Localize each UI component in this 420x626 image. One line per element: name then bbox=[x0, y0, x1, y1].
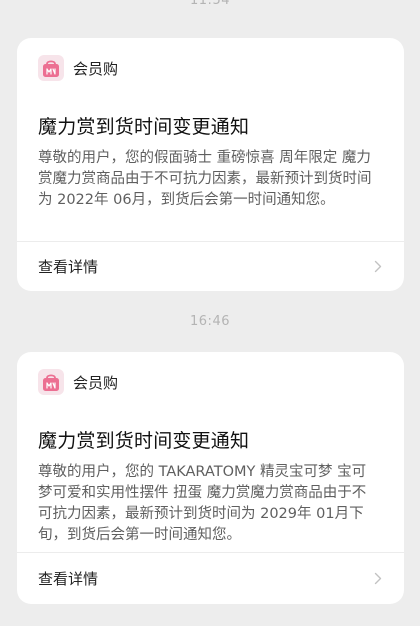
shopping-bag-icon bbox=[38, 369, 64, 395]
message-body: 尊敬的用户，您的假面骑士 重磅惊喜 周年限定 魔力赏魔力赏商品由于不可抗力因素，… bbox=[38, 150, 372, 208]
message-card: 会员购 魔力赏到货时间变更通知 尊敬的用户，您的 TAKARATOMY 精灵宝可… bbox=[17, 352, 404, 604]
message-title: 魔力赏到货时间变更通知 bbox=[38, 430, 250, 452]
view-details-label: 查看详情 bbox=[38, 569, 99, 588]
message-body: 尊敬的用户，您的 TAKARATOMY 精灵宝可梦 宝可梦可爱和实用性摆件 扭蛋… bbox=[38, 464, 367, 543]
divider bbox=[17, 552, 404, 553]
message-header: 会员购 bbox=[38, 369, 118, 395]
app-name: 会员购 bbox=[73, 59, 119, 78]
message-timestamp: 16:46 bbox=[190, 314, 230, 329]
message-card: 会员购 魔力赏到货时间变更通知 尊敬的用户，您的假面骑士 重磅惊喜 周年限定 魔… bbox=[17, 38, 404, 291]
view-details-label: 查看详情 bbox=[38, 257, 99, 276]
view-details-button[interactable]: 查看详情 bbox=[38, 565, 382, 591]
app-name: 会员购 bbox=[73, 373, 119, 392]
chevron-right-icon bbox=[374, 572, 382, 584]
message-title: 魔力赏到货时间变更通知 bbox=[38, 116, 250, 138]
status-time: 11:54 bbox=[190, 0, 230, 8]
divider bbox=[17, 241, 404, 242]
view-details-button[interactable]: 查看详情 bbox=[38, 253, 382, 279]
shopping-bag-icon bbox=[38, 55, 64, 81]
message-header: 会员购 bbox=[38, 55, 118, 81]
chevron-right-icon bbox=[374, 260, 382, 272]
